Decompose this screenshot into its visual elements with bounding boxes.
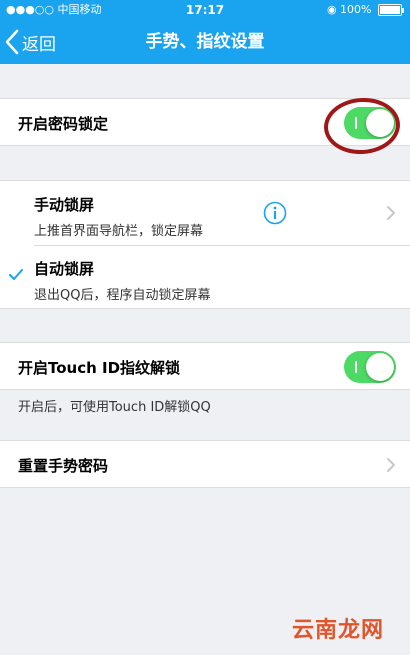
lock-option-title: 手动锁屏	[34, 196, 95, 214]
lock-option-subtitle: 上推首界面导航栏，锁定屏幕	[34, 224, 204, 239]
lock-option-title: 自动锁屏	[34, 260, 95, 278]
lock-option-auto[interactable]: 自动锁屏 退出QQ后，程序自动锁定屏幕	[0, 246, 410, 309]
page-title: 手势、指纹设置	[145, 32, 265, 52]
header-bar: ●●●○○ 中国移动 17:17 ◉ 100% 返回 手势、指纹设置	[0, 0, 410, 64]
toggle-on-mark	[355, 361, 357, 373]
touch-id-label: 开启Touch ID指纹解锁	[18, 359, 181, 377]
lock-option-subtitle: 退出QQ后，程序自动锁定屏幕	[34, 288, 211, 303]
reset-gesture-label: 重置手势密码	[18, 457, 109, 475]
battery-nub	[402, 7, 404, 13]
lock-options-group: 手动锁屏 上推首界面导航栏，锁定屏幕 自动锁屏 退出QQ后，程序自动锁定屏幕	[0, 180, 410, 309]
battery-icon	[378, 4, 402, 16]
touch-id-toggle[interactable]	[344, 351, 396, 383]
status-bar: ●●●○○ 中国移动 17:17 ◉ 100%	[0, 0, 410, 20]
chevron-right-icon	[387, 206, 395, 220]
battery-status: ◉ 100%	[327, 0, 404, 20]
watermark-logo: 云南龙网	[291, 618, 384, 643]
touch-id-row: 开启Touch ID指纹解锁	[0, 342, 410, 390]
toggle-knob	[366, 353, 394, 381]
reset-gesture-row[interactable]: 重置手势密码	[0, 440, 410, 488]
info-icon[interactable]	[263, 201, 287, 225]
touch-id-note: 开启后，可使用Touch ID解锁QQ	[18, 400, 211, 415]
password-lock-label: 开启密码锁定	[18, 115, 109, 133]
battery-percent: 100%	[340, 3, 372, 16]
nav-bar: 返回 手势、指纹设置	[0, 20, 410, 64]
lock-option-manual[interactable]: 手动锁屏 上推首界面导航栏，锁定屏幕	[0, 181, 410, 245]
lock-rotation-icon: ◉	[326, 3, 337, 16]
chevron-right-icon	[387, 458, 395, 472]
checkmark-icon	[9, 269, 23, 280]
